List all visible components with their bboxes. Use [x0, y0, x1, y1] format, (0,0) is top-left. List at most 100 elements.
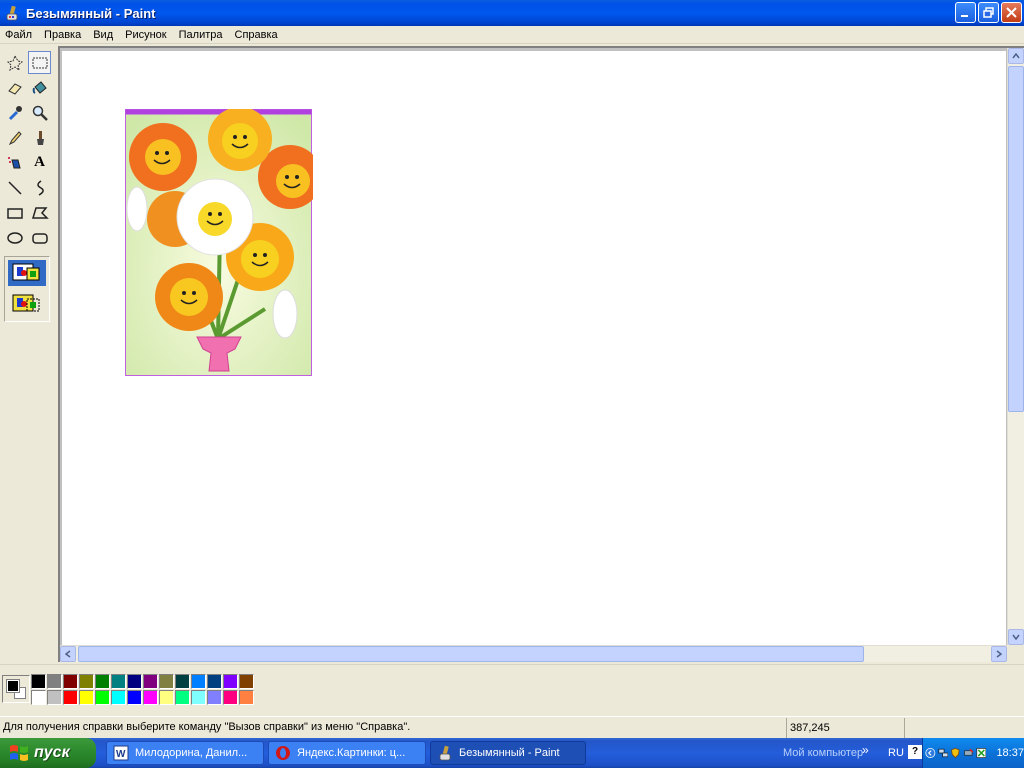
chevron-down-icon — [1012, 634, 1020, 640]
palette-swatch[interactable] — [223, 690, 238, 705]
status-size-cell — [904, 718, 1024, 738]
close-button[interactable] — [1001, 2, 1022, 23]
palette-swatch[interactable] — [111, 674, 126, 689]
airbrush-tool[interactable] — [3, 151, 26, 174]
brush-tool[interactable] — [28, 126, 51, 149]
palette-swatch[interactable] — [175, 674, 190, 689]
scroll-right-button[interactable] — [991, 646, 1007, 662]
vertical-scroll-thumb[interactable] — [1008, 66, 1024, 412]
antivirus-icon[interactable] — [976, 746, 987, 760]
current-colors[interactable] — [2, 675, 30, 703]
magnifier-tool[interactable] — [28, 101, 51, 124]
palette-swatch[interactable] — [175, 690, 190, 705]
menu-view[interactable]: Вид — [88, 26, 120, 44]
fill-tool[interactable] — [28, 76, 51, 99]
menu-file[interactable]: Файл — [0, 26, 39, 44]
palette-swatch[interactable] — [127, 690, 142, 705]
rectangle-tool[interactable] — [3, 201, 26, 224]
line-tool[interactable] — [3, 176, 26, 199]
horizontal-scroll-thumb[interactable] — [78, 646, 864, 662]
start-button[interactable]: пуск — [0, 738, 96, 768]
language-help-icon[interactable]: ? — [908, 745, 922, 759]
scroll-left-button[interactable] — [60, 646, 76, 662]
safely-remove-hardware-icon[interactable] — [963, 746, 974, 760]
eraser-tool[interactable] — [3, 76, 26, 99]
palette-swatch[interactable] — [95, 674, 110, 689]
taskbar-task-paint[interactable]: Безымянный - Paint — [430, 741, 586, 765]
palette-swatch[interactable] — [239, 674, 254, 689]
magnifier-icon — [32, 105, 48, 121]
palette-swatch[interactable] — [207, 690, 222, 705]
palette-swatch[interactable] — [79, 674, 94, 689]
pick-color-tool[interactable] — [3, 101, 26, 124]
taskbar-task-word[interactable]: W Милодорина, Данил... — [106, 741, 264, 765]
tray-expand-icon[interactable]: » — [862, 738, 869, 762]
paint-app-icon — [4, 5, 20, 21]
palette-swatch[interactable] — [63, 674, 78, 689]
menu-palette[interactable]: Палитра — [174, 26, 230, 44]
menu-help[interactable]: Справка — [230, 26, 285, 44]
text-a-icon: A — [34, 154, 45, 170]
palette-swatch[interactable] — [63, 690, 78, 705]
tray-my-computer[interactable]: Мой компьютер — [780, 738, 890, 768]
taskbar: пуск W Милодорина, Данил... Яндекс.Карти… — [0, 738, 1024, 768]
palette-swatch[interactable] — [159, 674, 174, 689]
scroll-down-button[interactable] — [1008, 629, 1024, 645]
menu-image[interactable]: Рисунок — [120, 26, 174, 44]
status-bar: Для получения справки выберите команду "… — [0, 716, 1024, 738]
palette-swatch[interactable] — [239, 690, 254, 705]
palette-swatch[interactable] — [127, 674, 142, 689]
rectangle-icon — [6, 207, 23, 219]
palette-swatch[interactable] — [223, 674, 238, 689]
canvas-workspace — [58, 46, 1024, 662]
palette-swatch[interactable] — [79, 690, 94, 705]
palette-swatch[interactable] — [95, 690, 110, 705]
back-arrow-icon[interactable] — [925, 746, 936, 760]
status-help-text: Для получения справки выберите команду "… — [3, 721, 411, 733]
line-icon — [7, 180, 22, 195]
palette-swatch[interactable] — [31, 690, 46, 705]
ellipse-tool[interactable] — [3, 226, 26, 249]
svg-text:W: W — [116, 749, 126, 760]
palette-swatch[interactable] — [47, 674, 62, 689]
transparent-selection-option[interactable] — [8, 291, 46, 317]
drawing-canvas[interactable] — [62, 51, 1006, 647]
scroll-up-button[interactable] — [1008, 48, 1024, 64]
vertical-scrollbar[interactable] — [1007, 48, 1024, 646]
palette-swatch[interactable] — [143, 690, 158, 705]
chevron-right-icon — [996, 650, 1002, 658]
color-palette — [0, 664, 1024, 714]
palette-swatch[interactable] — [159, 690, 174, 705]
security-shield-icon[interactable] — [950, 746, 961, 760]
eyedropper-icon — [8, 105, 22, 120]
menu-edit[interactable]: Правка — [39, 26, 88, 44]
horizontal-scrollbar[interactable] — [60, 645, 1008, 662]
palette-swatch[interactable] — [191, 690, 206, 705]
palette-swatch[interactable] — [143, 674, 158, 689]
taskbar-task-browser[interactable]: Яндекс.Картинки: ц... — [268, 741, 426, 765]
windows-logo-icon — [10, 745, 28, 761]
pencil-tool[interactable] — [3, 126, 26, 149]
system-tray: Мой компьютер » RU ? 18:37 — [780, 738, 1024, 768]
palette-swatch[interactable] — [191, 674, 206, 689]
foreground-color — [6, 679, 20, 693]
restore-button[interactable] — [978, 2, 999, 23]
network-icon[interactable] — [938, 746, 949, 760]
free-form-select-tool[interactable] — [3, 51, 26, 74]
rect-select-tool[interactable] — [28, 51, 51, 74]
palette-swatch[interactable] — [207, 674, 222, 689]
curve-tool[interactable] — [28, 176, 51, 199]
palette-swatch[interactable] — [111, 690, 126, 705]
polygon-tool[interactable] — [28, 201, 51, 224]
rounded-rect-tool[interactable] — [28, 226, 51, 249]
text-tool[interactable]: A — [28, 151, 51, 174]
palette-swatch[interactable] — [31, 674, 46, 689]
rounded-rectangle-icon — [31, 232, 48, 244]
pasted-flowers-picture[interactable] — [125, 109, 313, 377]
opaque-selection-option[interactable] — [8, 260, 46, 286]
brush-icon — [36, 130, 44, 145]
language-indicator[interactable]: RU — [888, 738, 904, 768]
palette-swatch[interactable] — [47, 690, 62, 705]
title-bar[interactable]: Безымянный - Paint — [0, 0, 1024, 26]
minimize-button[interactable] — [955, 2, 976, 23]
